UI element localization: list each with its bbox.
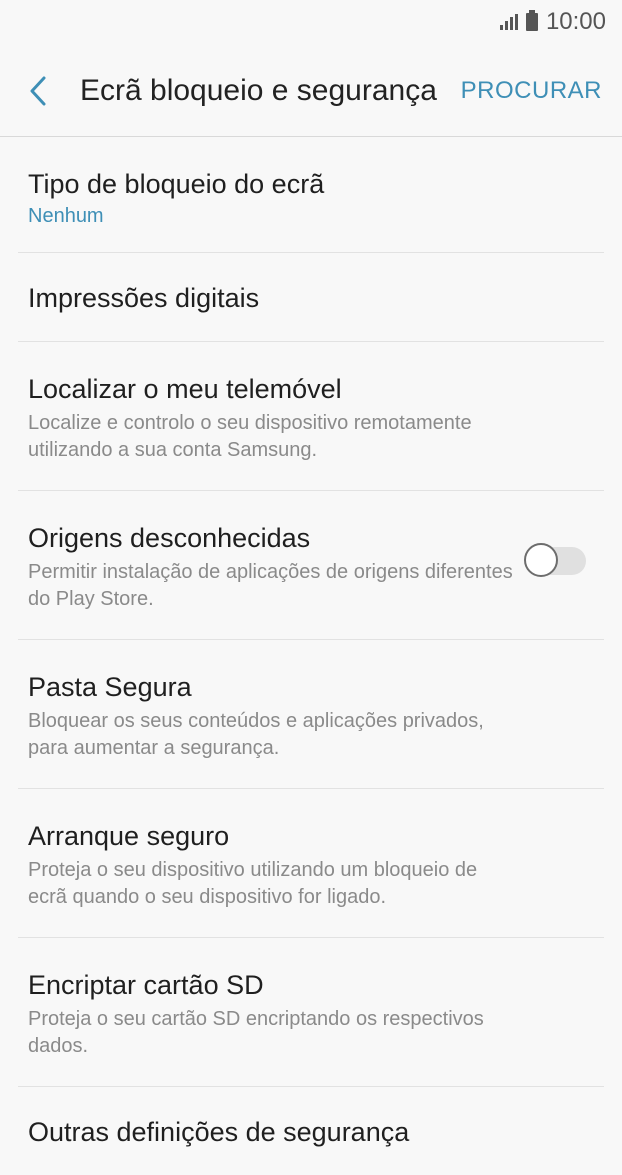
- setting-screen-lock-type[interactable]: Tipo de bloqueio do ecrã Nenhum: [18, 137, 604, 253]
- unknown-sources-toggle[interactable]: [524, 543, 588, 577]
- setting-description: Localize e controlo o seu dispositivo re…: [28, 412, 472, 461]
- setting-description: Proteja o seu cartão SD encriptando os r…: [28, 1008, 484, 1057]
- app-header: Ecrã bloqueio e segurança PROCURAR: [0, 44, 622, 137]
- setting-other-security[interactable]: Outras definições de segurança: [18, 1087, 604, 1175]
- settings-list: Tipo de bloqueio do ecrã Nenhum Impressõ…: [0, 137, 622, 1175]
- status-time: 10:00: [545, 8, 606, 35]
- setting-label: Tipo de bloqueio do ecrã: [28, 169, 325, 199]
- setting-fingerprints[interactable]: Impressões digitais: [18, 253, 604, 342]
- setting-find-my-mobile[interactable]: Localizar o meu telemóvel Localize e con…: [18, 342, 604, 491]
- setting-label: Encriptar cartão SD: [28, 970, 264, 1000]
- signal-icon: [499, 14, 518, 30]
- setting-encrypt-sd-card[interactable]: Encriptar cartão SD Proteja o seu cartão…: [18, 938, 604, 1087]
- setting-value: Nenhum: [28, 205, 104, 227]
- setting-description: Bloquear os seus conteúdos e aplicações …: [28, 710, 484, 759]
- setting-label: Outras definições de segurança: [28, 1117, 410, 1147]
- setting-secure-startup[interactable]: Arranque seguro Proteja o seu dispositiv…: [18, 789, 604, 938]
- setting-unknown-sources[interactable]: Origens desconhecidas Permitir instalaçã…: [18, 491, 604, 640]
- setting-label: Localizar o meu telemóvel: [28, 374, 342, 404]
- status-bar: 10:00: [0, 0, 622, 44]
- status-icons: 10:00: [499, 8, 606, 36]
- setting-secure-folder[interactable]: Pasta Segura Bloquear os seus conteúdos …: [18, 640, 604, 789]
- setting-label: Arranque seguro: [28, 821, 230, 851]
- back-button[interactable]: [26, 74, 50, 108]
- setting-description: Permitir instalação de aplicações de ori…: [28, 561, 513, 610]
- page-title: Ecrã bloqueio e segurança: [80, 74, 437, 107]
- setting-label: Impressões digitais: [28, 283, 260, 313]
- search-button[interactable]: PROCURAR: [461, 77, 602, 105]
- battery-icon: [525, 10, 538, 31]
- toggle-knob: [524, 543, 558, 577]
- setting-label: Pasta Segura: [28, 672, 192, 702]
- setting-description: Proteja o seu dispositivo utilizando um …: [28, 859, 478, 908]
- setting-label: Origens desconhecidas: [28, 523, 311, 553]
- back-arrow-icon: [30, 76, 46, 106]
